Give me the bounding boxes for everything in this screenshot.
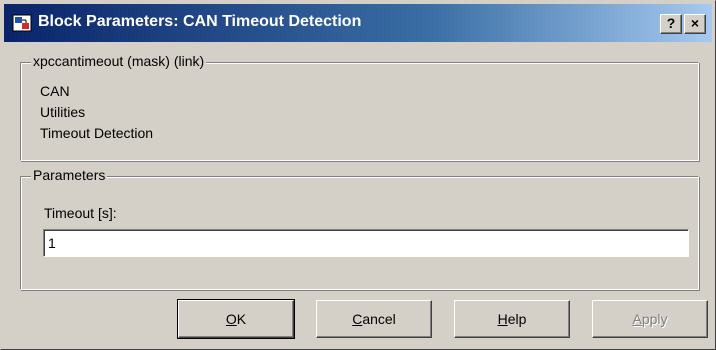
close-icon[interactable]: × xyxy=(684,14,706,34)
cancel-mnemonic: C xyxy=(352,311,363,327)
help-mnemonic: H xyxy=(497,311,508,327)
window-title: Block Parameters: CAN Timeout Detection xyxy=(38,13,362,30)
ok-button[interactable]: OK xyxy=(177,299,295,339)
parameters-legend: Parameters xyxy=(31,167,108,183)
apply-label-rest: pply xyxy=(641,311,668,327)
description-line-timeout-detection: Timeout Detection xyxy=(40,125,154,141)
help-question-icon[interactable]: ? xyxy=(660,14,682,34)
apply-mnemonic: A xyxy=(632,311,642,327)
timeout-input[interactable] xyxy=(43,229,689,257)
ok-mnemonic: O xyxy=(225,311,237,327)
apply-button[interactable]: Apply xyxy=(592,300,708,338)
description-legend: xpccantimeout (mask) (link) xyxy=(31,53,207,69)
cancel-label-rest: ancel xyxy=(362,311,396,327)
ok-label-rest: K xyxy=(236,311,247,327)
help-label-rest: elp xyxy=(507,311,527,327)
parameters-group: Parameters Timeout [s]: xyxy=(20,167,699,290)
simulink-block-icon xyxy=(12,14,32,32)
block-parameters-dialog: Block Parameters: CAN Timeout Detection … xyxy=(0,0,716,350)
description-line-can: CAN xyxy=(40,83,70,99)
help-button[interactable]: Help xyxy=(454,300,570,338)
description-group: xpccantimeout (mask) (link) CAN Utilitie… xyxy=(20,53,699,161)
title-bar[interactable]: Block Parameters: CAN Timeout Detection … xyxy=(4,4,712,42)
timeout-label: Timeout [s]: xyxy=(44,205,117,221)
description-line-utilities: Utilities xyxy=(40,104,86,120)
cancel-button[interactable]: Cancel xyxy=(316,300,432,338)
